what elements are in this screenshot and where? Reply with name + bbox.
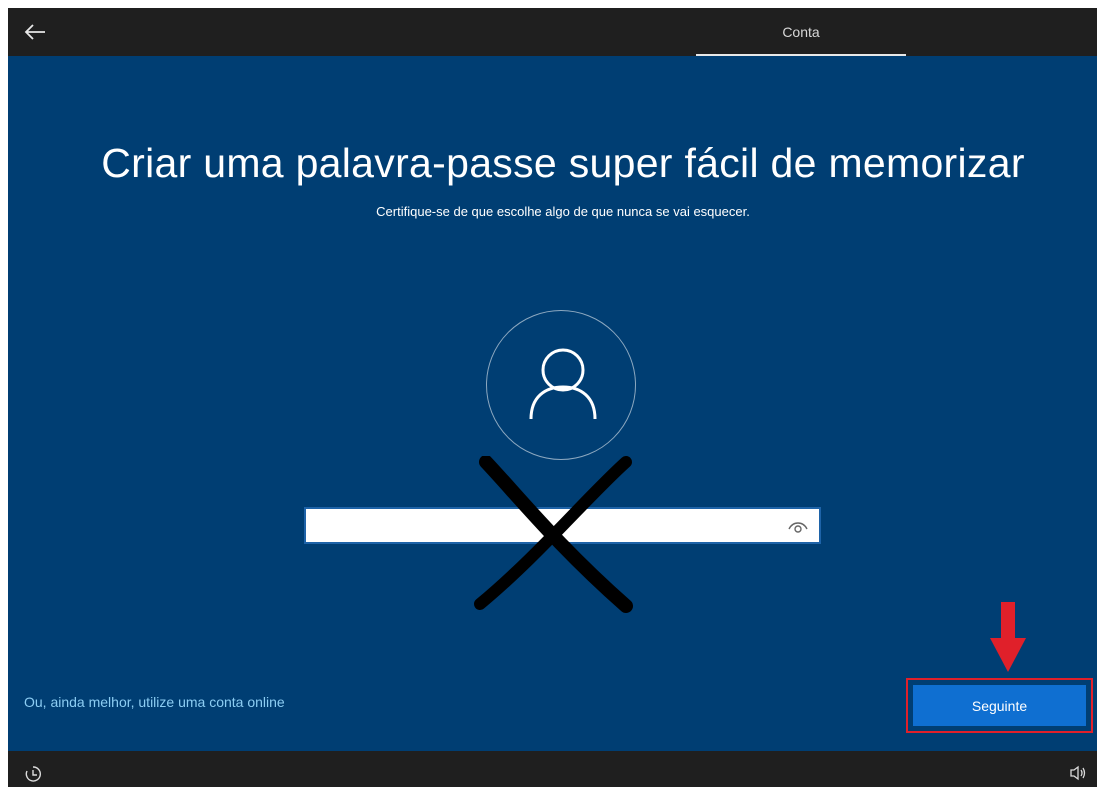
password-field[interactable]: [304, 507, 821, 544]
bottom-bar: [8, 751, 1097, 787]
online-account-link[interactable]: Ou, ainda melhor, utilize uma conta onli…: [24, 694, 285, 710]
back-button[interactable]: [20, 18, 50, 46]
tab-label: Conta: [782, 24, 820, 40]
down-arrow-annotation: [990, 602, 1026, 672]
volume-icon[interactable]: [1069, 765, 1087, 781]
page-subtitle: Certifique-se de que escolhe algo de que…: [376, 204, 750, 219]
ease-of-access-icon[interactable]: [24, 765, 42, 783]
password-input[interactable]: [314, 515, 778, 539]
user-icon: [529, 348, 597, 420]
avatar: [486, 310, 636, 460]
page-title: Criar uma palavra-passe super fácil de m…: [101, 140, 1025, 186]
setup-window: Conta Criar uma palavra-passe super fáci…: [8, 8, 1097, 787]
main-panel: Criar uma palavra-passe super fácil de m…: [8, 56, 1097, 751]
eye-icon[interactable]: [787, 517, 809, 535]
back-arrow-icon: [24, 24, 45, 40]
tab-conta[interactable]: Conta: [696, 8, 906, 56]
top-bar: Conta: [8, 8, 1097, 56]
next-button[interactable]: Seguinte: [913, 685, 1086, 726]
next-button-highlight: Seguinte: [906, 678, 1093, 733]
